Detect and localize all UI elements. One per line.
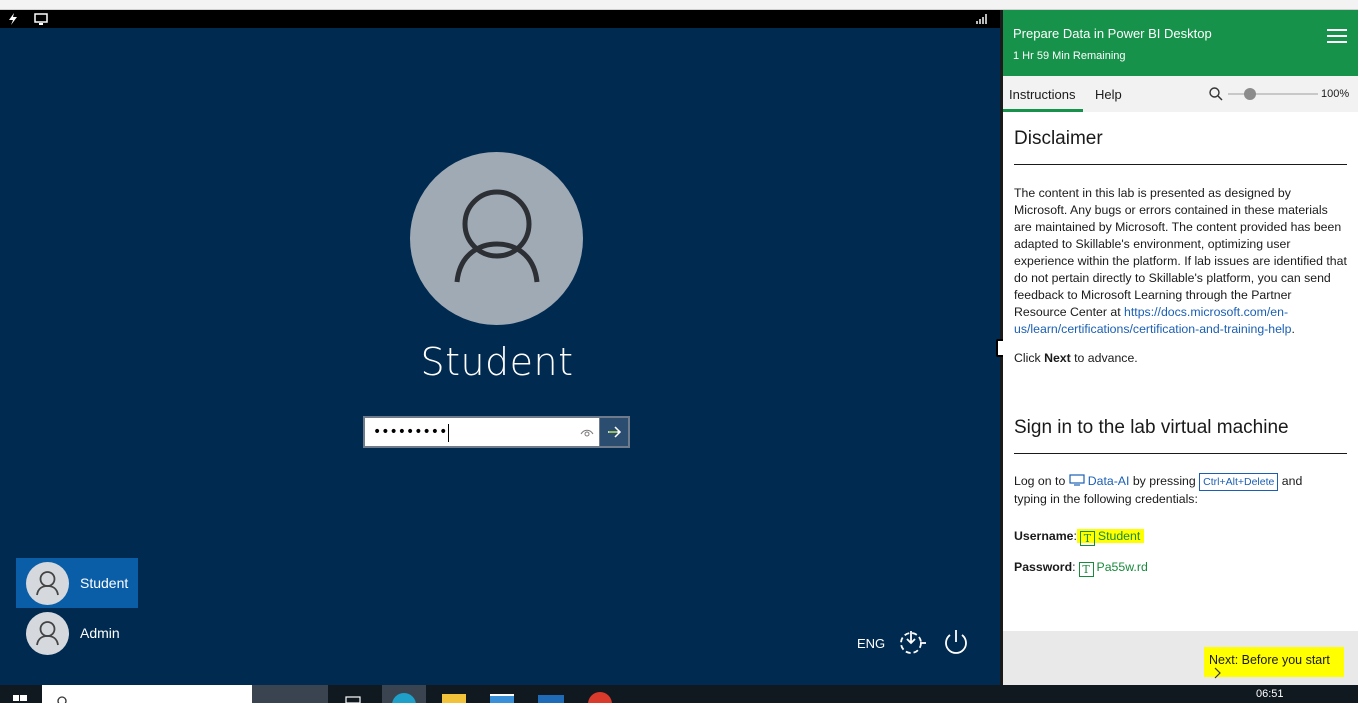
divider — [1014, 453, 1347, 454]
username-highlight: T Student — [1076, 529, 1144, 546]
user-tile-avatar — [26, 562, 69, 605]
chrome-icon[interactable] — [588, 685, 612, 703]
user-tile-avatar — [26, 612, 69, 655]
disclaimer-text: The content in this lab is presented as … — [1014, 185, 1347, 338]
store-icon[interactable] — [490, 685, 514, 703]
menu-icon[interactable] — [1327, 28, 1347, 44]
search-icon — [1209, 87, 1223, 101]
user-tile-label: Student — [80, 575, 129, 591]
taskbar-search-box[interactable] — [42, 685, 252, 703]
submit-password-button[interactable] — [600, 416, 630, 448]
power-icon[interactable] — [941, 627, 971, 657]
user-tile-admin[interactable]: Admin — [16, 608, 138, 658]
panel-footer: Next: Before you start — [1003, 631, 1358, 685]
by-pressing-text: by pressing — [1132, 474, 1196, 488]
edge-icon — [392, 693, 416, 703]
panel-header: Prepare Data in Power BI Desktop 1 Hr 59… — [1003, 10, 1358, 76]
username-line: Username: T Student — [1014, 528, 1347, 546]
next-bold-text: Next — [1044, 351, 1071, 365]
taskbar-app-microsoft[interactable] — [252, 685, 328, 703]
divider — [1014, 164, 1347, 165]
next-pre-text: Click — [1014, 351, 1045, 365]
lab-title: Prepare Data in Power BI Desktop — [1013, 26, 1212, 41]
disclaimer-heading: Disclaimer — [1014, 128, 1103, 149]
person-icon — [36, 621, 59, 646]
logon-instruction: Log on to Data-AI by pressing Ctrl+Alt+D… — [1014, 473, 1347, 508]
task-view-icon[interactable] — [344, 685, 362, 703]
search-icon — [57, 696, 67, 703]
colon: : — [1072, 560, 1076, 574]
mail-icon[interactable] — [538, 685, 564, 703]
next-instruction: Click Next to advance. — [1014, 350, 1347, 367]
login-user-name: Student — [420, 340, 574, 384]
user-avatar — [410, 152, 583, 325]
zoom-slider[interactable] — [1228, 88, 1318, 100]
clock-time[interactable]: 06:51 — [1256, 688, 1284, 700]
vm-toolbar — [0, 10, 1000, 28]
chevron-right-icon — [1214, 667, 1221, 679]
logon-pre-text: Log on to — [1014, 474, 1066, 488]
browser-top-strip — [0, 0, 1358, 10]
host-taskbar: 06:51 — [0, 685, 1358, 703]
vm-link[interactable]: Data-AI — [1088, 474, 1130, 488]
signal-icon — [976, 14, 990, 24]
next-button-label: Next: Before you start — [1209, 653, 1330, 667]
tab-instructions[interactable]: Instructions — [1009, 87, 1075, 102]
vm-login-screen[interactable]: Student ••••••••• Student Admin ENG — [0, 10, 1000, 685]
username-value[interactable]: Student — [1098, 529, 1140, 543]
link-suffix: . — [1291, 322, 1295, 336]
screen: Student ••••••••• Student Admin ENG Prep… — [0, 0, 1358, 703]
zoom-slider-knob[interactable] — [1244, 88, 1256, 100]
ctrl-alt-delete-button[interactable]: Ctrl+Alt+Delete — [1199, 473, 1279, 491]
active-tab-indicator — [1003, 109, 1083, 112]
password-value: ••••••••• — [373, 424, 448, 440]
password-line: Password: T Pa55w.rd — [1014, 559, 1347, 577]
zoom-value: 100% — [1321, 88, 1350, 100]
and-text: and — [1281, 474, 1303, 488]
arrow-right-icon — [608, 426, 622, 438]
user-tile-student[interactable]: Student — [16, 558, 138, 608]
password-label: Password — [1014, 560, 1073, 574]
file-explorer-icon[interactable] — [442, 685, 466, 703]
text-caret — [448, 424, 449, 442]
lightning-icon[interactable] — [6, 12, 20, 26]
person-icon — [36, 571, 59, 596]
next-post-text: to advance. — [1070, 351, 1138, 365]
taskbar-app-edge[interactable] — [382, 685, 426, 703]
type-text-icon[interactable]: T — [1079, 531, 1095, 546]
next-button[interactable]: Next: Before you start — [1204, 647, 1344, 679]
tab-help[interactable]: Help — [1095, 87, 1122, 102]
time-remaining: 1 Hr 59 Min Remaining — [1013, 50, 1126, 62]
monitor-icon[interactable] — [34, 12, 48, 26]
disclaimer-body: The content in this lab is presented as … — [1014, 186, 1347, 319]
username-label: Username — [1014, 529, 1074, 543]
lab-instructions-panel: Prepare Data in Power BI Desktop 1 Hr 59… — [1003, 10, 1358, 685]
signin-heading: Sign in to the lab virtual machine — [1014, 417, 1289, 438]
ease-of-access-icon[interactable] — [896, 627, 928, 657]
language-indicator[interactable]: ENG — [857, 636, 885, 651]
password-value-text[interactable]: Pa55w.rd — [1097, 560, 1148, 574]
person-icon — [454, 189, 540, 283]
user-tile-label: Admin — [80, 625, 120, 641]
type-text-icon[interactable]: T — [1078, 562, 1094, 577]
windows-start-icon[interactable] — [12, 685, 28, 703]
monitor-icon — [1069, 474, 1085, 486]
reveal-password-icon[interactable] — [580, 426, 594, 440]
credentials-intro: typing in the following credentials: — [1014, 492, 1198, 506]
password-input[interactable]: ••••••••• — [363, 416, 601, 448]
